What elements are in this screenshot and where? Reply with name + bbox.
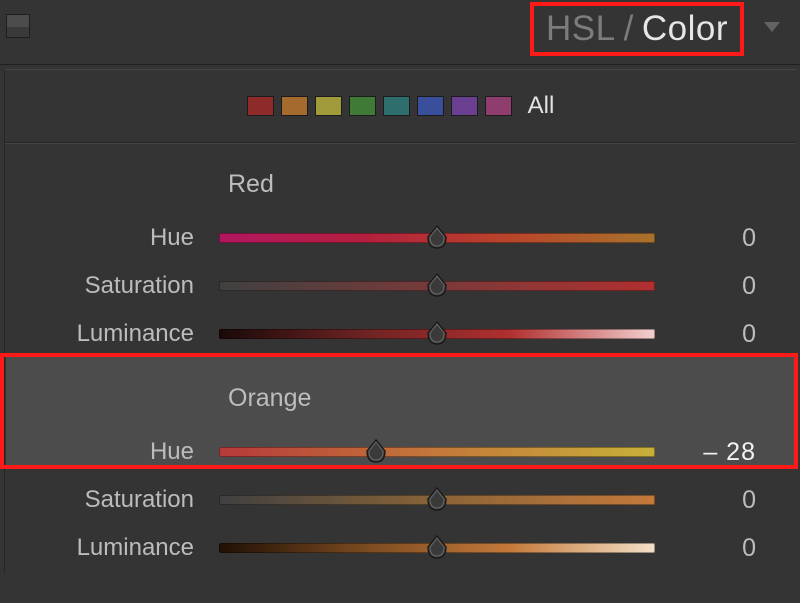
mode-color[interactable]: Color — [642, 9, 728, 49]
panel-menu-icon[interactable] — [764, 22, 780, 32]
orange-hue-slider-thumb[interactable] — [366, 439, 386, 463]
orange-luminance-value[interactable]: 0 — [742, 534, 756, 563]
orange-hue-label: Hue — [150, 438, 194, 466]
color-swatch-row: All — [5, 70, 796, 143]
red-saturation-value[interactable]: 0 — [742, 272, 756, 301]
panel-toggle[interactable] — [6, 14, 30, 38]
red-hue-label: Hue — [150, 224, 194, 252]
group-title-orange: Orange — [5, 358, 796, 428]
panel-title[interactable]: HSL / Color — [530, 2, 744, 56]
mode-separator: / — [624, 9, 634, 49]
group-orange: Orange Hue – 28 Saturation 0 Luminance 0 — [5, 358, 796, 572]
orange-saturation-label: Saturation — [85, 486, 194, 514]
mode-hsl[interactable]: HSL — [546, 9, 616, 49]
red-saturation-label: Saturation — [85, 272, 194, 300]
orange-saturation-value[interactable]: 0 — [742, 486, 756, 515]
red-hue-slider[interactable] — [219, 231, 655, 245]
panel-header: HSL / Color — [0, 0, 800, 65]
all-swatch-label[interactable]: All — [528, 92, 555, 120]
red-luminance-slider-thumb[interactable] — [427, 321, 447, 345]
red-luminance-row: Luminance 0 — [5, 310, 796, 358]
orange-luminance-slider-thumb[interactable] — [427, 535, 447, 559]
orange-luminance-row: Luminance 0 — [5, 524, 796, 572]
swatch-0[interactable] — [247, 96, 274, 116]
group-title-red: Red — [5, 144, 796, 214]
orange-hue-slider[interactable] — [219, 445, 655, 459]
red-hue-row: Hue 0 — [5, 214, 796, 262]
red-saturation-row: Saturation 0 — [5, 262, 796, 310]
orange-saturation-slider[interactable] — [219, 493, 655, 507]
orange-saturation-row: Saturation 0 — [5, 476, 796, 524]
red-luminance-slider[interactable] — [219, 327, 655, 341]
orange-hue-row: Hue – 28 — [5, 428, 796, 476]
orange-saturation-slider-thumb[interactable] — [427, 487, 447, 511]
orange-luminance-label: Luminance — [77, 534, 194, 562]
red-saturation-slider-thumb[interactable] — [427, 273, 447, 297]
hsl-color-panel: HSL / Color All RedHue0Saturation0Lumina… — [0, 0, 800, 603]
swatch-4[interactable] — [383, 96, 410, 116]
red-luminance-value[interactable]: 0 — [742, 320, 756, 349]
red-luminance-label: Luminance — [77, 320, 194, 348]
panel-body: All RedHue0Saturation0Luminance0OrangeHu… — [4, 69, 796, 572]
swatch-6[interactable] — [451, 96, 478, 116]
slider-groups: Red Hue 0 Saturation 0 Luminance 0 Orange Hue – 2… — [5, 143, 796, 572]
swatch-7[interactable] — [485, 96, 512, 116]
swatch-3[interactable] — [349, 96, 376, 116]
red-hue-value[interactable]: 0 — [742, 224, 756, 253]
swatch-1[interactable] — [281, 96, 308, 116]
color-swatches — [247, 96, 512, 116]
red-saturation-slider[interactable] — [219, 279, 655, 293]
orange-luminance-slider[interactable] — [219, 541, 655, 555]
swatch-2[interactable] — [315, 96, 342, 116]
red-hue-slider-thumb[interactable] — [427, 225, 447, 249]
group-red: Red Hue 0 Saturation 0 Luminance 0 — [5, 144, 796, 358]
orange-hue-value[interactable]: – 28 — [703, 438, 756, 467]
swatch-5[interactable] — [417, 96, 444, 116]
